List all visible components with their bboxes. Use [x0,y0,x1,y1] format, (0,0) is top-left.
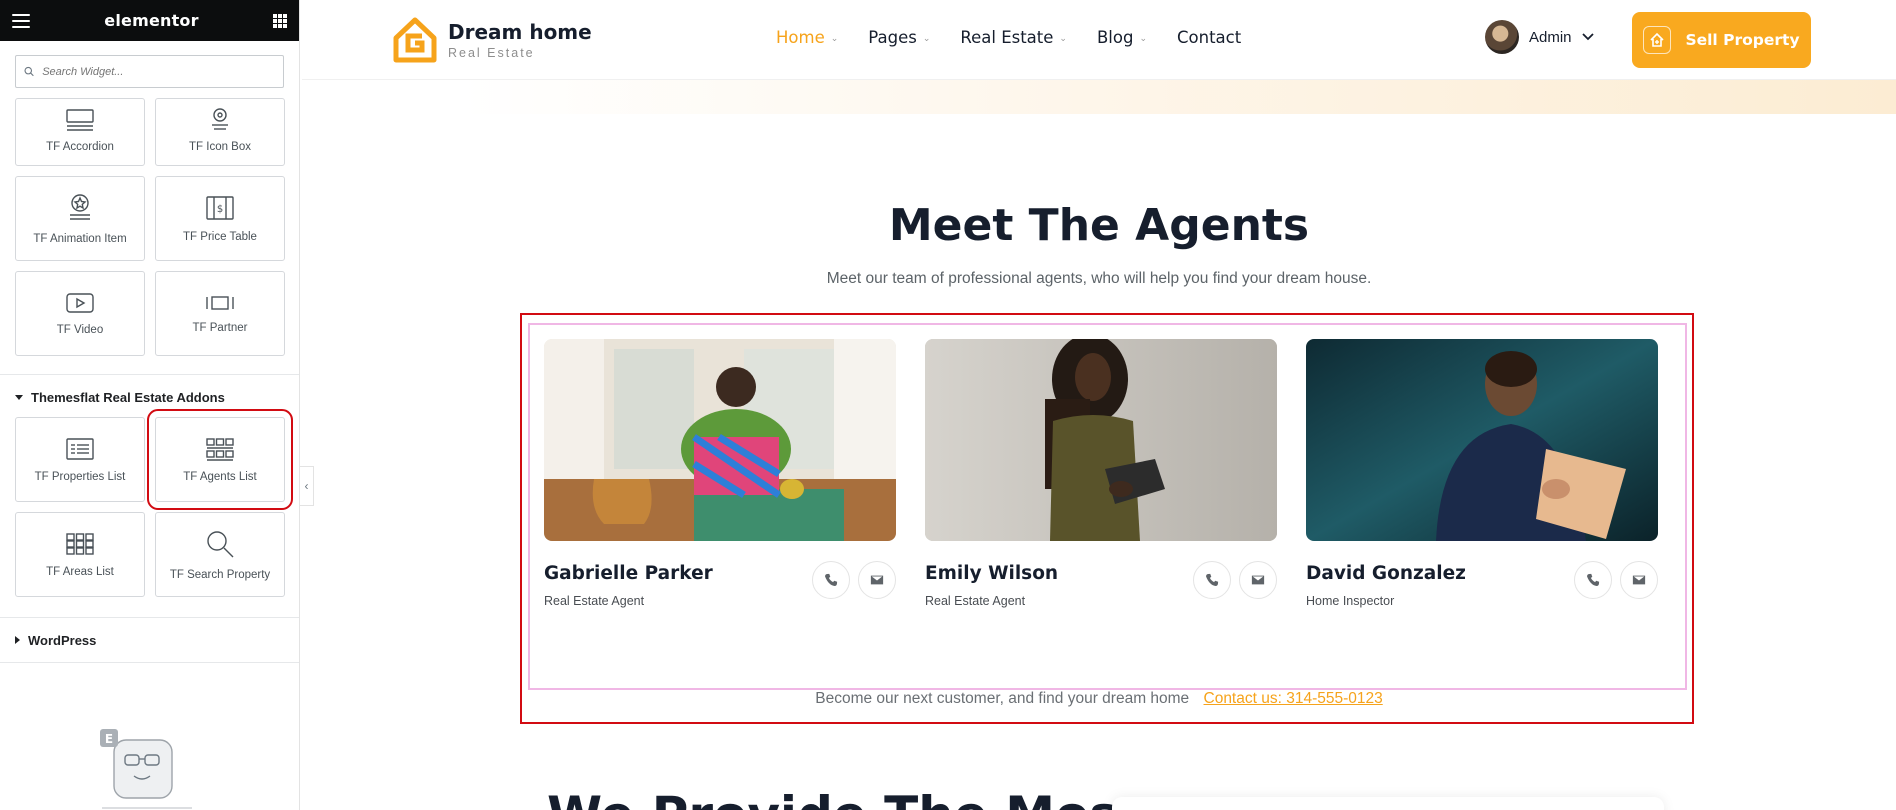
agent-photo[interactable] [544,339,896,541]
nav-real-estate[interactable]: Real Estate ⌄ [960,28,1067,47]
price-table-icon: $ [206,195,234,220]
phone-button[interactable] [1193,561,1231,599]
site-header: Dream home Real Estate Home ⌄ Pages ⌄ Real… [302,0,1896,80]
widget-tf-search-property[interactable]: TF Search Property [155,512,285,597]
widget-tf-accordion[interactable]: TF Accordion [15,98,145,166]
widget-tf-agents-list[interactable]: TF Agents List [147,409,293,510]
email-button[interactable] [1620,561,1658,599]
phone-icon [1587,573,1600,586]
agent-card[interactable]: Gabrielle Parker Real Estate Agent [544,339,896,608]
agents-list-icon [206,437,234,461]
phone-button[interactable] [812,561,850,599]
section-wordpress[interactable]: WordPress [0,618,299,662]
search-property-icon [207,530,234,557]
cta-text: Become our next customer, and find your … [815,690,1190,707]
logo-title: Dream home [448,20,592,44]
house-plus-icon [1643,26,1672,54]
section-title: Meet The Agents [888,200,1310,251]
email-button[interactable] [858,561,896,599]
email-icon [870,575,884,585]
nav-pages[interactable]: Pages ⌄ [868,28,930,47]
main-nav: Home ⌄ Pages ⌄ Real Estate ⌄ Blog ⌄ Contact [776,28,1241,47]
panel-header: elementor [0,0,299,41]
elementor-mascot-icon: E [100,729,192,809]
partner-icon [206,295,234,310]
nav-contact[interactable]: Contact [1177,28,1241,47]
email-button[interactable] [1239,561,1277,599]
widget-tf-properties-list[interactable]: TF Properties List [15,417,145,502]
agent-card[interactable]: Emily Wilson Real Estate Agent [925,339,1277,608]
avatar [1485,20,1519,54]
areas-list-icon [66,532,94,555]
caret-right-icon [15,636,20,644]
chevron-down-icon [1581,33,1594,41]
email-icon [1632,575,1646,585]
sell-property-button[interactable]: Sell Property [1632,12,1811,68]
house-logo-icon [393,17,437,63]
hero-bottom-fade [302,80,1896,114]
agent-photo[interactable] [1306,339,1658,541]
phone-icon [825,573,838,586]
widget-tf-icon-box[interactable]: TF Icon Box [155,98,285,166]
menu-icon[interactable] [12,13,30,28]
site-preview: Dream home Real Estate Home ⌄ Pages ⌄ Real… [302,0,1896,810]
elementor-panel: elementor TF Accordion TF Icon Box TF An… [0,0,300,810]
phone-icon [1206,573,1219,586]
email-icon [1251,575,1265,585]
chevron-down-icon: ⌄ [830,33,839,44]
chevron-down-icon: ⌄ [1059,33,1067,44]
widgets-grid-icon[interactable] [273,13,287,28]
caret-down-icon [15,394,23,400]
widget-tf-price-table[interactable]: $ TF Price Table [155,176,285,261]
video-icon [66,292,94,313]
accordion-icon [66,109,94,131]
widget-tf-video[interactable]: TF Video [15,271,145,356]
site-logo[interactable]: Dream home Real Estate [392,16,592,64]
chevron-down-icon: ⌄ [922,33,931,44]
contact-link[interactable]: Contact us: 314-555-0123 [1204,690,1383,707]
section-subtitle: Meet our team of professional agents, wh… [826,270,1372,287]
cta-line: Become our next customer, and find your … [302,690,1896,708]
animation-item-icon [70,193,90,220]
widget-search[interactable] [15,55,284,88]
elementor-brand: elementor [104,11,199,30]
search-icon [24,66,34,77]
svg-text:$: $ [217,204,223,215]
widget-search-input[interactable] [42,65,275,78]
widget-tf-animation-item[interactable]: TF Animation Item [15,176,145,261]
nav-home[interactable]: Home ⌄ [776,28,838,47]
section-themesflat-addons[interactable]: Themesflat Real Estate Addons [0,375,299,419]
agent-photo[interactable] [925,339,1277,541]
next-section-card [1112,797,1664,810]
next-section-title: We Provide The Most [547,786,1143,810]
user-menu[interactable]: Admin [1485,20,1594,54]
properties-list-icon [66,437,94,460]
phone-button[interactable] [1574,561,1612,599]
nav-blog[interactable]: Blog ⌄ [1097,28,1147,47]
logo-subtitle: Real Estate [448,46,535,60]
widget-tf-partner[interactable]: TF Partner [155,271,285,356]
agent-card[interactable]: David Gonzalez Home Inspector [1306,339,1658,608]
widget-tf-areas-list[interactable]: TF Areas List [15,512,145,597]
chevron-down-icon: ⌄ [1139,33,1147,44]
icon-box-icon [212,108,228,130]
user-name: Admin [1529,28,1572,46]
svg-text:E: E [105,732,113,746]
